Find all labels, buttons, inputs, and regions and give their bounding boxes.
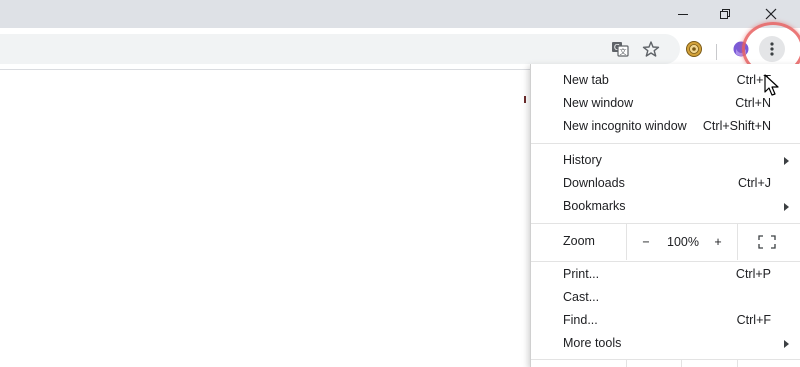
menu-item-downloads[interactable]: Downloads Ctrl+J <box>531 172 800 195</box>
zoom-divider <box>737 224 738 260</box>
menu-item-label: Print... <box>563 267 600 281</box>
zoom-label: Zoom <box>563 234 595 248</box>
kebab-menu-icon[interactable] <box>759 36 785 62</box>
menu-item-new-tab[interactable]: New tab Ctrl+T <box>531 69 800 92</box>
menu-item-label: More tools <box>563 336 622 350</box>
menu-separator <box>531 143 800 144</box>
minimize-icon <box>678 14 688 15</box>
menu-divider <box>626 360 627 367</box>
zoom-divider <box>626 224 627 260</box>
menu-item-label: Cast... <box>563 290 600 304</box>
menu-item-label: New window <box>563 96 634 110</box>
menu-item-shortcut: Ctrl+P <box>735 267 771 281</box>
menu-divider <box>737 360 738 367</box>
menu-item-new-window[interactable]: New window Ctrl+N <box>531 92 800 115</box>
zoom-out-label: − <box>642 235 650 249</box>
menu-item-print[interactable]: Print... Ctrl+P <box>531 263 800 286</box>
toolbar-separator <box>716 44 717 60</box>
menu-item-more-tools[interactable]: More tools <box>531 332 800 355</box>
address-bar[interactable] <box>0 34 680 64</box>
menu-item-new-incognito-window[interactable]: New incognito window Ctrl+Shift+N <box>531 115 800 138</box>
menu-item-history[interactable]: History <box>531 149 800 172</box>
menu-item-label: History <box>563 153 602 167</box>
zoom-level: 100% <box>661 224 705 260</box>
menu-divider <box>681 360 682 367</box>
menu-item-label: Downloads <box>563 176 625 190</box>
extension-icon[interactable] <box>681 36 707 62</box>
menu-item-cast[interactable]: Cast... <box>531 286 800 309</box>
menu-item-shortcut: Ctrl+F <box>736 313 771 327</box>
submenu-arrow-icon <box>784 340 789 348</box>
menu-item-label: Find... <box>563 313 598 327</box>
menu-item-label: Bookmarks <box>563 199 626 213</box>
menu-separator <box>531 359 800 360</box>
menu-item-shortcut: Ctrl+J <box>738 176 771 190</box>
menu-item-label: New incognito window <box>563 119 687 133</box>
restore-icon <box>720 9 730 19</box>
chrome-menu: New tab Ctrl+T New window Ctrl+N New inc… <box>530 64 800 367</box>
profile-icon[interactable] <box>728 36 754 62</box>
page-mark <box>524 96 526 103</box>
zoom-value: 100% <box>667 235 699 249</box>
fullscreen-icon <box>758 235 776 249</box>
menu-item-shortcut: Ctrl+Shift+N <box>702 119 771 133</box>
restore-button[interactable] <box>702 0 748 28</box>
zoom-in-label: + <box>714 235 722 249</box>
close-button[interactable] <box>748 0 794 28</box>
submenu-arrow-icon <box>784 157 789 165</box>
menu-item-label: New tab <box>563 73 609 87</box>
menu-separator <box>531 261 800 262</box>
close-icon <box>765 8 777 20</box>
title-bar <box>0 0 800 28</box>
menu-item-find[interactable]: Find... Ctrl+F <box>531 309 800 332</box>
submenu-arrow-icon <box>784 203 789 211</box>
svg-text:文: 文 <box>620 47 627 56</box>
zoom-in-button[interactable]: + <box>705 224 731 260</box>
bookmark-star-icon[interactable] <box>638 36 664 62</box>
zoom-out-button[interactable]: − <box>631 224 661 260</box>
mouse-cursor-icon <box>764 74 779 96</box>
menu-item-bookmarks[interactable]: Bookmarks <box>531 195 800 218</box>
fullscreen-button[interactable] <box>749 224 785 260</box>
zoom-row: Zoom − 100% + <box>531 224 800 260</box>
minimize-button[interactable] <box>660 0 706 28</box>
translate-icon[interactable]: G 文 <box>607 36 633 62</box>
